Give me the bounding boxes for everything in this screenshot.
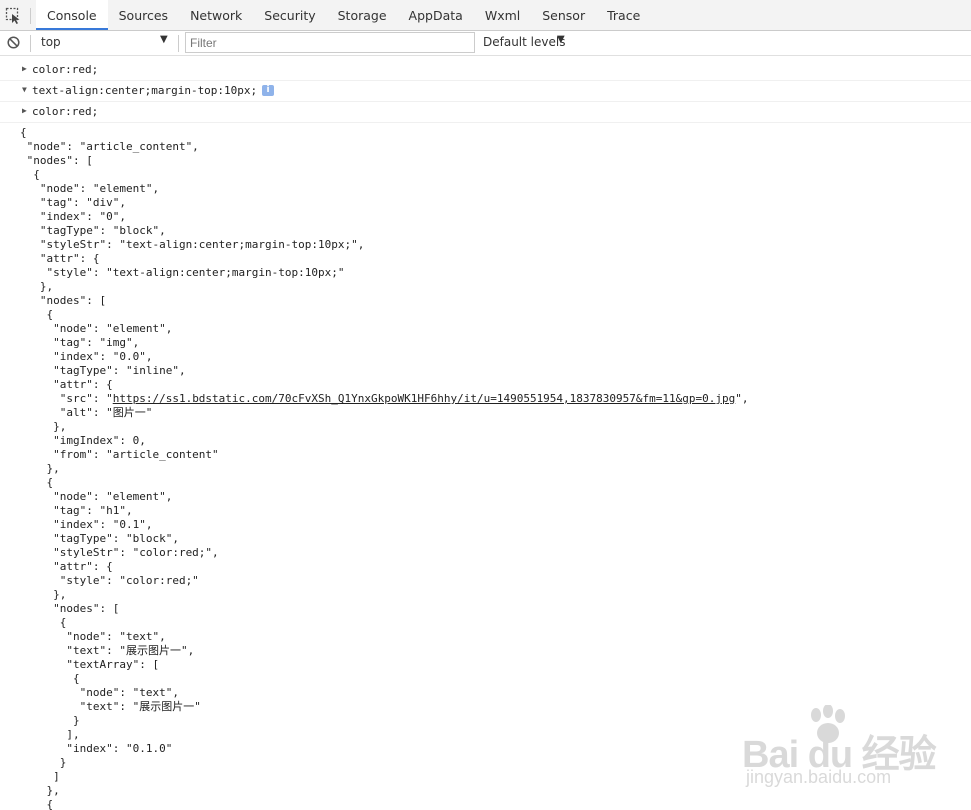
collapsed-arrow-icon[interactable]: ▶	[22, 106, 27, 115]
log-levels-dropdown[interactable]: Default levels	[483, 35, 565, 49]
image-src-link[interactable]: https://ss1.bdstatic.com/70cFvXSh_Q1YnxG…	[113, 392, 736, 405]
tab-sources[interactable]: Sources	[108, 0, 179, 31]
console-message[interactable]: ▶ color:red;	[0, 102, 971, 123]
expanded-arrow-icon[interactable]: ▼	[22, 85, 27, 94]
toolbar-separator	[178, 35, 179, 52]
context-dropdown-icon[interactable]: ▼	[160, 34, 168, 45]
message-text: color:red;	[32, 105, 99, 118]
tab-sensor[interactable]: Sensor	[531, 0, 596, 31]
json-output: { "node": "article_content", "nodes": [ …	[20, 126, 749, 810]
tab-console[interactable]: Console	[36, 0, 108, 30]
info-icon[interactable]: i	[262, 85, 274, 96]
tab-trace[interactable]: Trace	[596, 0, 651, 31]
console-message[interactable]: ▶ color:red;	[0, 60, 971, 81]
console-message[interactable]: ▼ text-align:center;margin-top:10px; i	[0, 81, 971, 102]
json-text: ", "alt": "图片一" }, "imgIndex": 0, "from"…	[46, 392, 749, 810]
watermark-url: jingyan.baidu.com	[746, 767, 892, 787]
baidu-jingyan-watermark: Bai du 经验 jingyan.baidu.com	[742, 705, 937, 790]
tab-separator	[30, 8, 31, 24]
context-selector[interactable]: top	[41, 35, 61, 49]
clear-console-icon[interactable]	[7, 36, 20, 49]
tab-list: Console Sources Network Security Storage…	[36, 0, 651, 31]
message-text: text-align:center;margin-top:10px;	[32, 84, 258, 97]
tab-appdata[interactable]: AppData	[398, 0, 474, 31]
console-output[interactable]: ▶ color:red; ▼ text-align:center;margin-…	[0, 56, 971, 810]
inspect-element-icon[interactable]	[5, 7, 23, 25]
console-toolbar: top ▼ Default levels ▼	[0, 31, 971, 56]
devtools-tabbar: Console Sources Network Security Storage…	[0, 0, 971, 31]
tab-network[interactable]: Network	[179, 0, 253, 31]
tab-security[interactable]: Security	[253, 0, 326, 31]
json-text: { "node": "article_content", "nodes": [ …	[20, 126, 365, 405]
collapsed-arrow-icon[interactable]: ▶	[22, 64, 27, 73]
toolbar-separator	[30, 35, 31, 52]
filter-input[interactable]	[185, 32, 475, 53]
levels-dropdown-icon[interactable]: ▼	[557, 34, 565, 45]
tab-wxml[interactable]: Wxml	[474, 0, 531, 31]
tab-storage[interactable]: Storage	[327, 0, 398, 31]
message-text: color:red;	[32, 63, 99, 76]
